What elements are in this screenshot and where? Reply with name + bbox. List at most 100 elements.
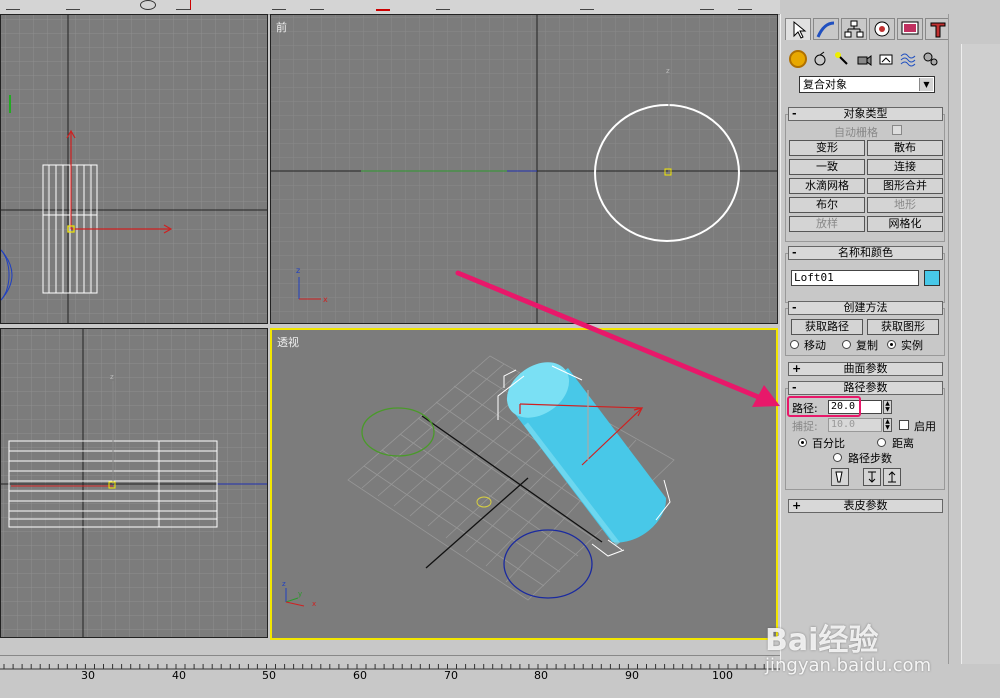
align-icon[interactable] (436, 0, 450, 10)
viewport-top[interactable] (0, 14, 268, 324)
distance-label: 距离 (892, 437, 914, 450)
next-shape-button[interactable] (883, 468, 901, 486)
autogrid-checkbox[interactable] (892, 125, 902, 135)
conform-button[interactable]: 一致 (789, 159, 865, 175)
name-color-title: 名称和颜色 (838, 246, 893, 259)
ruler-label: 30 (81, 669, 95, 682)
pivot-icon[interactable] (310, 0, 324, 10)
creation-method-title: 创建方法 (843, 301, 888, 314)
lights-icon[interactable] (833, 50, 851, 68)
ruler-ticks (0, 664, 780, 670)
snap-spinner[interactable]: ▲ ▼ (883, 418, 892, 432)
instance-radio[interactable] (887, 340, 896, 349)
path-spinner[interactable]: ▲ ▼ (883, 400, 892, 414)
object-type-title: 对象类型 (843, 107, 888, 120)
svg-text:y: y (298, 590, 302, 598)
spacewarps-icon[interactable] (899, 50, 917, 68)
scale-icon[interactable] (176, 0, 191, 10)
shapemerge-button[interactable]: 图形合并 (867, 178, 943, 194)
select-icon[interactable] (6, 0, 20, 10)
pick-shape-button[interactable] (831, 468, 849, 486)
skin-params-title: 表皮参数 (843, 499, 888, 512)
viewport-label-front[interactable]: 前 (276, 19, 287, 35)
annotation-arrow (455, 270, 780, 407)
top-viewport-canvas (1, 15, 267, 323)
viewport-label-perspective[interactable]: 透视 (277, 334, 299, 350)
svg-text:z: z (110, 373, 114, 381)
shapes-icon[interactable] (811, 50, 829, 68)
rotate-icon[interactable] (140, 0, 156, 10)
material-editor-icon[interactable] (700, 0, 714, 10)
watermark-url: jingyan.baidu.com (765, 655, 932, 676)
hierarchy-tab[interactable] (841, 18, 867, 40)
scatter-button[interactable]: 散布 (867, 140, 943, 156)
viewport-left[interactable]: z (0, 328, 268, 638)
path-params-header[interactable]: - 路径参数 (788, 381, 943, 395)
mesher-button[interactable]: 网格化 (867, 216, 943, 232)
percentage-label: 百分比 (812, 437, 845, 450)
surface-params-header[interactable]: + 曲面参数 (788, 362, 943, 376)
panel-scroll-region[interactable] (948, 14, 1000, 664)
object-color-swatch[interactable] (924, 270, 940, 286)
spelling-icon[interactable] (474, 0, 488, 9)
select-region-icon[interactable] (66, 0, 80, 10)
ruler-label: 100 (712, 669, 733, 682)
mirror-icon[interactable] (376, 0, 390, 11)
distance-radio[interactable] (877, 438, 886, 447)
surface-params-title: 曲面参数 (843, 362, 888, 375)
object-type-header[interactable]: - 对象类型 (788, 107, 943, 121)
snap-field[interactable]: 10.0 (828, 418, 882, 432)
modify-tab[interactable] (813, 18, 839, 40)
get-path-button[interactable]: 获取路径 (791, 319, 863, 335)
snap-enable-checkbox[interactable] (899, 420, 909, 430)
systems-icon[interactable] (921, 50, 939, 68)
ruler-label: 60 (353, 669, 367, 682)
ruler-label: 80 (534, 669, 548, 682)
copy-radio[interactable] (842, 340, 851, 349)
previous-shape-button[interactable] (863, 468, 881, 486)
autogrid-label: 自动栅格 (834, 126, 878, 139)
reference-coord-icon[interactable] (272, 0, 286, 10)
blobmesh-button[interactable]: 水滴网格 (789, 178, 865, 194)
path-steps-radio[interactable] (833, 453, 842, 462)
ruler-label: 70 (444, 669, 458, 682)
curve-editor-icon[interactable] (580, 0, 594, 10)
chevron-down-icon[interactable]: ▼ (919, 78, 933, 91)
terrain-button[interactable]: 地形 (867, 197, 943, 213)
subcategory-dropdown[interactable]: 复合对象 ▼ (799, 76, 935, 93)
boolean-button[interactable]: 布尔 (789, 197, 865, 213)
svg-text:z: z (296, 266, 300, 275)
motion-tab[interactable] (869, 18, 895, 40)
loft-button[interactable]: 放样 (789, 216, 865, 232)
move-radio[interactable] (790, 340, 799, 349)
create-tab[interactable] (785, 18, 811, 40)
watermark-brand: Bai经验 (765, 623, 879, 658)
morph-button[interactable]: 变形 (789, 140, 865, 156)
left-viewport-canvas: z (1, 329, 267, 637)
path-steps-label: 路径步数 (848, 452, 892, 465)
cameras-icon[interactable] (855, 50, 873, 68)
svg-text:x: x (312, 600, 316, 608)
connect-button[interactable]: 连接 (867, 159, 943, 175)
name-color-header[interactable]: - 名称和颜色 (788, 246, 943, 260)
display-tab[interactable] (897, 18, 923, 40)
render-setup-icon[interactable] (738, 0, 752, 10)
helpers-icon[interactable] (877, 50, 895, 68)
collapse-sign: - (792, 107, 797, 120)
path-highlight-box (787, 396, 861, 417)
get-shape-button[interactable]: 获取图形 (867, 319, 939, 335)
subcategory-value: 复合对象 (803, 78, 847, 91)
object-name-field[interactable]: Loft01 (791, 270, 919, 286)
ruler-label: 50 (262, 669, 276, 682)
expand-sign: + (792, 499, 802, 512)
geometry-icon[interactable] (789, 50, 807, 68)
baidu-watermark: Bai经验 jingyan.baidu.com (765, 585, 1000, 695)
move-label: 移动 (804, 339, 826, 352)
skin-params-header[interactable]: + 表皮参数 (788, 499, 943, 513)
time-ruler[interactable]: 30 40 50 60 70 80 90 100 (0, 655, 780, 698)
command-panel: 复合对象 ▼ - 对象类型 自动栅格 变形 散布 一致 连接 水滴网格 图形合并… (780, 14, 951, 664)
svg-text:x: x (323, 295, 328, 304)
percentage-radio[interactable] (798, 438, 807, 447)
creation-method-header[interactable]: - 创建方法 (788, 301, 943, 315)
instance-label: 实例 (901, 339, 923, 352)
